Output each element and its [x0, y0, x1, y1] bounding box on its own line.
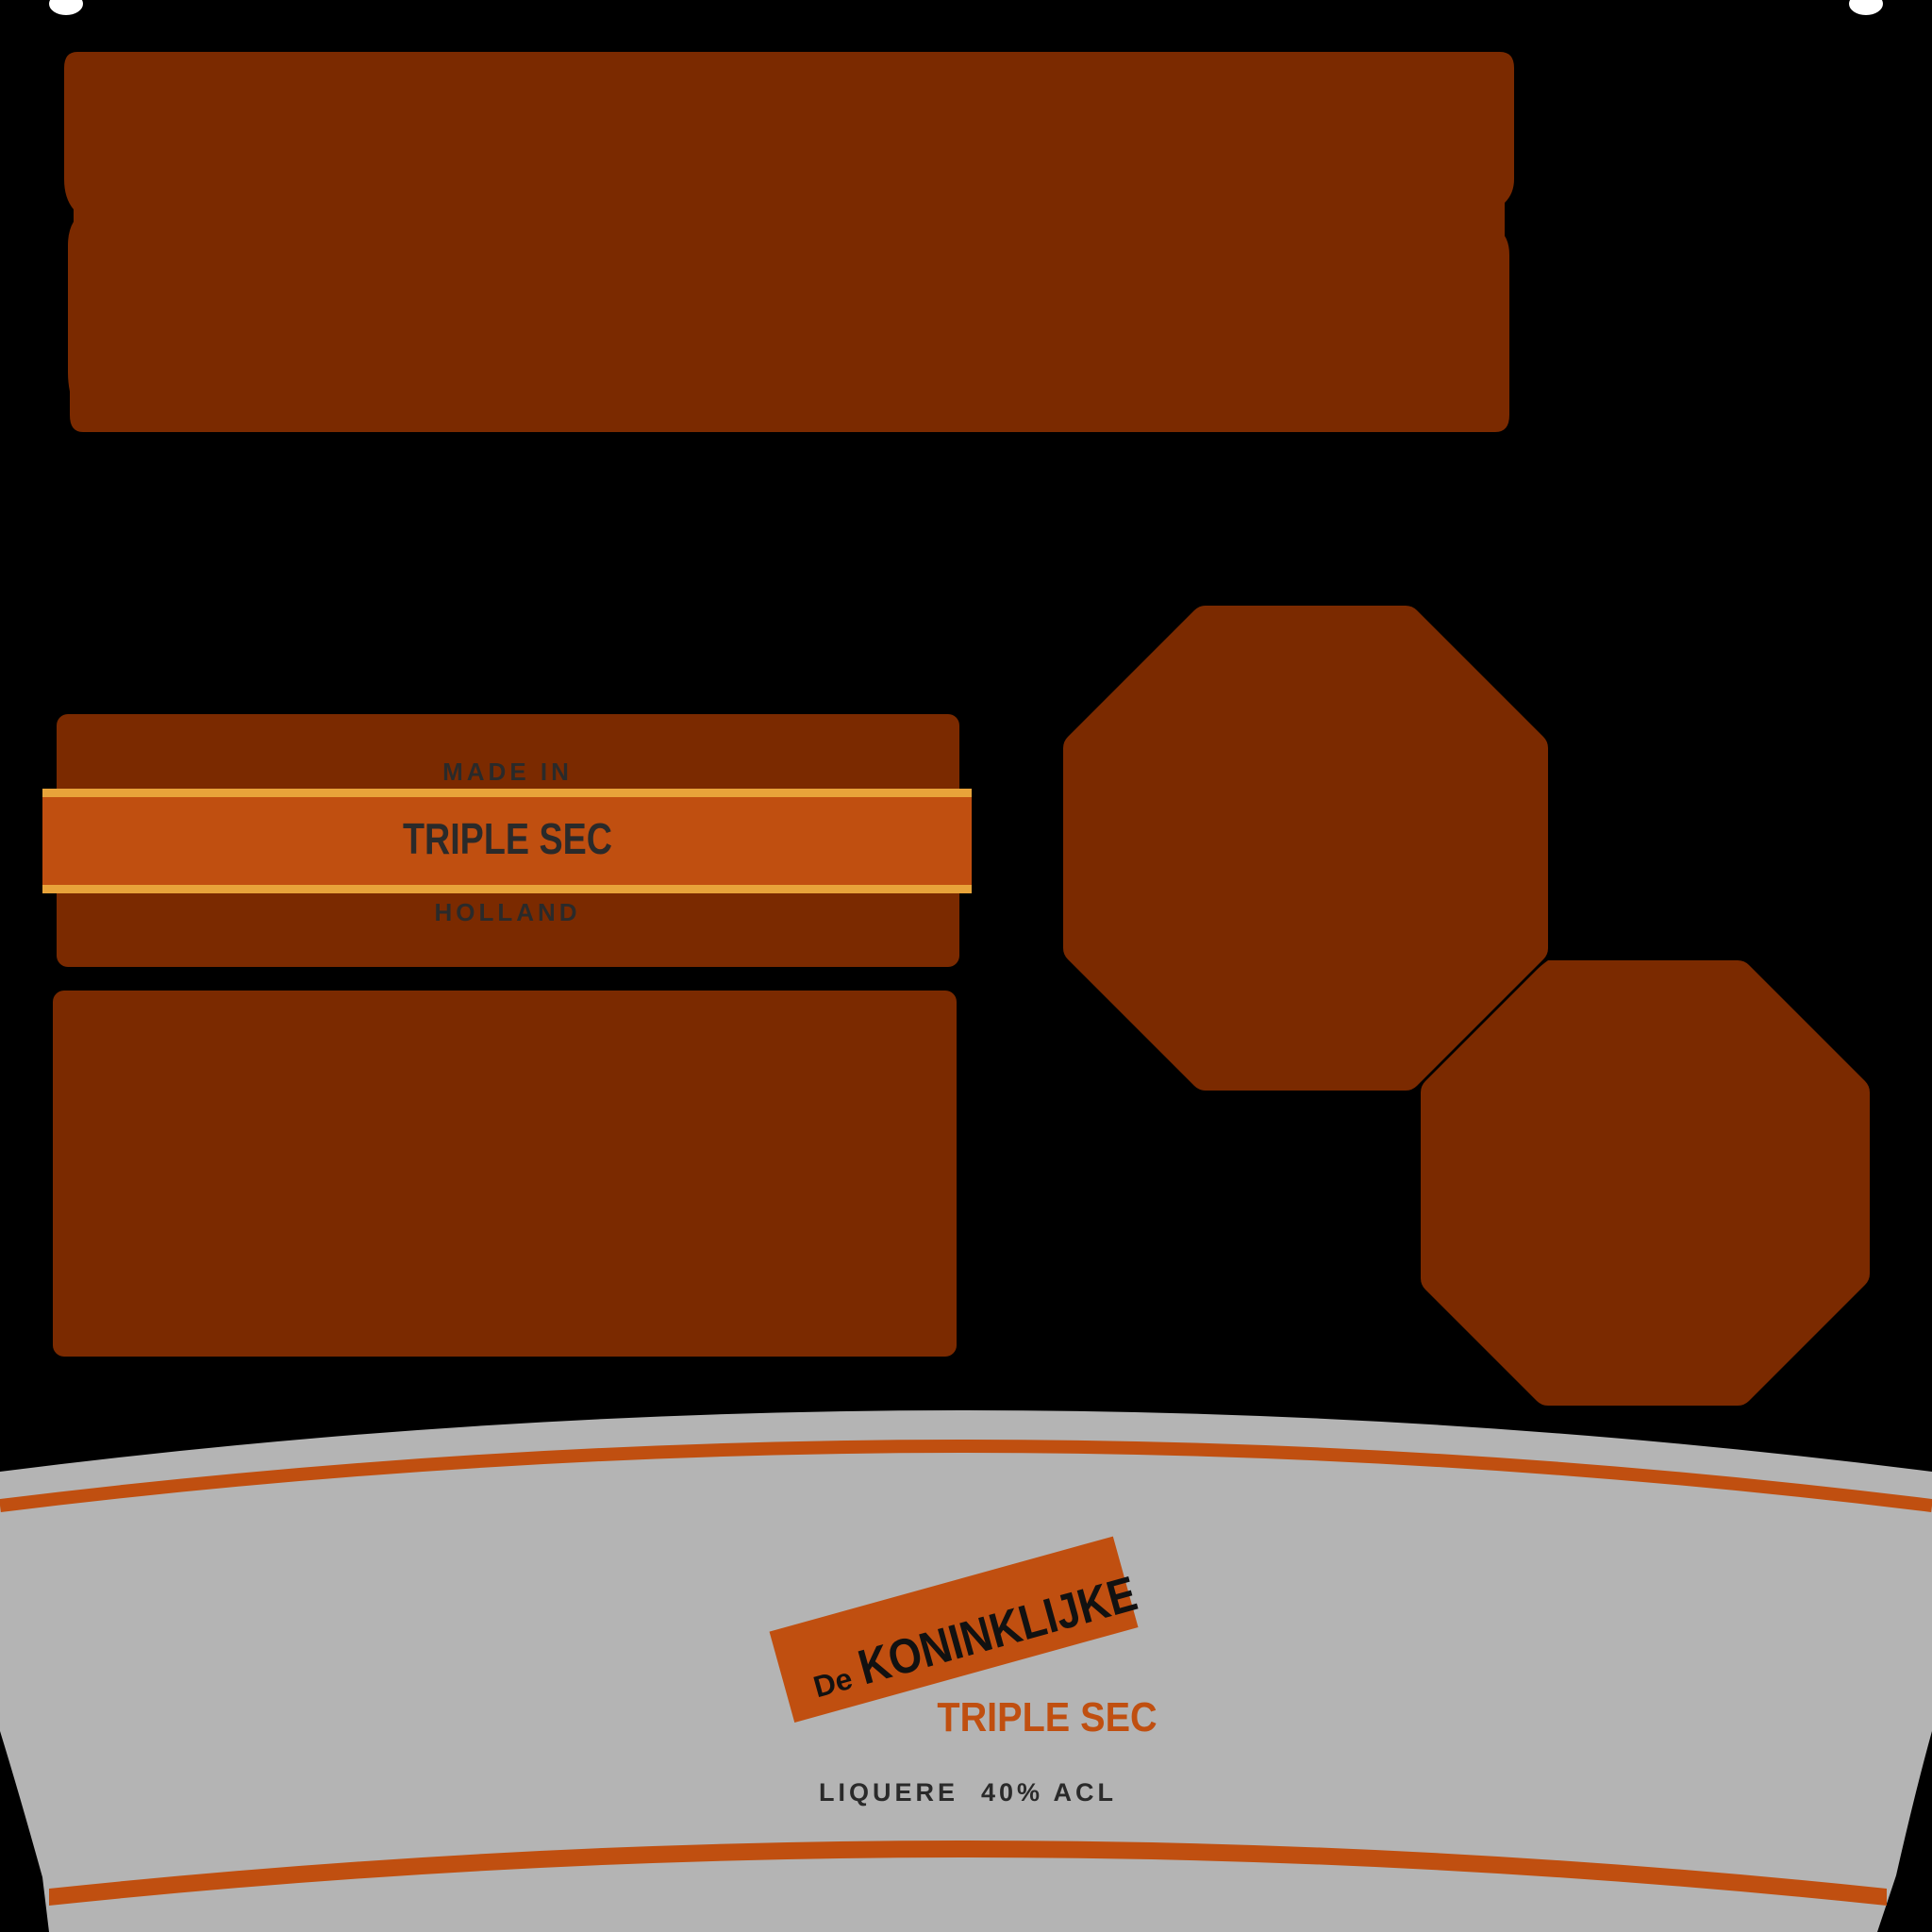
top-brown-panel: [64, 52, 1514, 432]
neck-band-text: TRIPLE SEC: [403, 814, 612, 862]
corner-mark-right: [1849, 0, 1883, 15]
texture-sheet: MADE IN TRIPLE SEC HOLLAND De KONINKLIJK…: [0, 0, 1932, 1932]
product-name-text: TRIPLE SEC: [937, 1693, 1157, 1740]
neck-band-gold-bottom: [42, 885, 972, 893]
category-text: LIQUERE: [819, 1778, 958, 1807]
octagon-cap-large: [1063, 606, 1548, 1091]
neck-holland-text: HOLLAND: [434, 898, 580, 926]
lower-left-brown-panel: [53, 991, 957, 1357]
abv-text: 40% ACL: [981, 1778, 1117, 1807]
neck-band-gold-top: [42, 789, 972, 797]
corner-mark-left: [49, 0, 83, 15]
octagon-cap-small: [1421, 960, 1870, 1406]
neck-made-in-text: MADE IN: [442, 758, 573, 786]
